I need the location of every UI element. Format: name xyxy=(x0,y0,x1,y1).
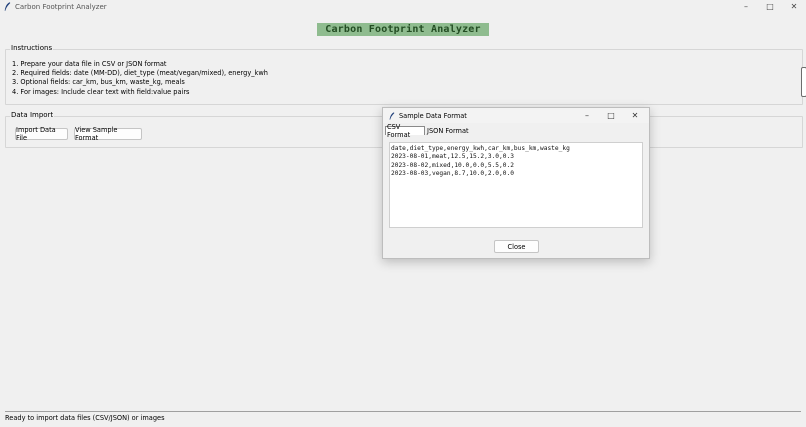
import-data-file-button[interactable]: Import Data File xyxy=(15,126,68,142)
dialog-close-icon-button[interactable]: ✕ xyxy=(623,108,647,123)
instructions-group: Instructions 1. Prepare your data file i… xyxy=(5,44,803,105)
feather-icon xyxy=(389,111,395,120)
sample-data-format-dialog: Sample Data Format – □ ✕ CSV Format JSON… xyxy=(382,107,650,259)
status-bar: Ready to import data files (CSV/JSON) or… xyxy=(5,413,165,422)
instruction-item: 2. Required fields: date (MM-DD), diet_t… xyxy=(12,69,268,78)
dialog-titlebar: Sample Data Format – □ ✕ xyxy=(383,108,649,123)
status-separator xyxy=(5,411,801,412)
scrollbar-thumb[interactable] xyxy=(801,67,806,97)
sample-data-text: date,diet_type,energy_kwh,car_km,bus_km,… xyxy=(391,145,570,177)
data-import-legend: Data Import xyxy=(10,111,55,119)
tab-csv-format[interactable]: CSV Format xyxy=(385,123,425,139)
app-heading: Carbon Footprint Analyzer xyxy=(317,23,489,36)
instructions-legend: Instructions xyxy=(10,44,54,52)
minimize-button[interactable]: – xyxy=(734,0,758,13)
sample-data-textarea[interactable]: date,diet_type,energy_kwh,car_km,bus_km,… xyxy=(389,142,643,228)
instruction-item: 1. Prepare your data file in CSV or JSON… xyxy=(12,60,167,68)
feather-icon xyxy=(4,2,11,11)
tab-json-format[interactable]: JSON Format xyxy=(426,126,470,135)
view-sample-format-button[interactable]: View Sample Format xyxy=(74,126,142,142)
window-titlebar: Carbon Footprint Analyzer – □ ✕ xyxy=(0,0,806,13)
instructions-list: 1. Prepare your data file in CSV or JSON… xyxy=(12,60,268,97)
close-button[interactable]: ✕ xyxy=(782,0,806,13)
dialog-title: Sample Data Format xyxy=(399,111,467,120)
close-button[interactable]: Close xyxy=(494,240,539,253)
dialog-maximize-button[interactable]: □ xyxy=(599,108,623,123)
instruction-item: 4. For images: Include clear text with f… xyxy=(12,87,190,96)
dialog-minimize-button[interactable]: – xyxy=(575,108,599,123)
maximize-button[interactable]: □ xyxy=(758,0,782,13)
window-title: Carbon Footprint Analyzer xyxy=(15,2,107,11)
instruction-item: 3. Optional fields: car_km, bus_km, wast… xyxy=(12,78,185,87)
